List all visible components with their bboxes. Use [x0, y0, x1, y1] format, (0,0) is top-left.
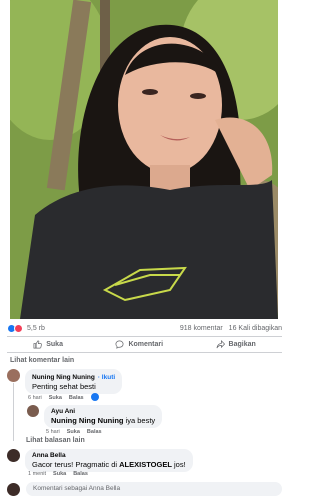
- view-other-replies-link[interactable]: Lihat balasan lain: [26, 437, 85, 444]
- comment-time[interactable]: 1 menit: [28, 471, 46, 477]
- comment-text-suffix: jos!: [171, 460, 186, 469]
- avatar[interactable]: [7, 449, 20, 462]
- comment-label: Komentari: [128, 341, 164, 348]
- comment-reply-link[interactable]: Balas: [73, 471, 88, 477]
- comment-input[interactable]: Komentari sebagai Anna Bella: [26, 482, 282, 496]
- share-arrow-icon: [216, 340, 225, 349]
- mention-link[interactable]: Nuning Ning Nuning: [51, 416, 123, 425]
- share-count[interactable]: 16 Kali dibagikan: [229, 325, 282, 332]
- comment-time[interactable]: 6 hari: [28, 395, 42, 401]
- comment-text-bold: ALEXISTOGEL: [119, 460, 172, 469]
- comment-button[interactable]: Komentari: [115, 340, 163, 349]
- follow-link[interactable]: · Ikuti: [98, 374, 115, 381]
- reply-thread-line: [13, 383, 14, 441]
- view-more-comments-link[interactable]: Lihat komentar lain: [10, 357, 74, 364]
- comment-bubble: Ayu Ani Nuning Ning Nuning iya besty: [44, 405, 163, 428]
- like-button[interactable]: Suka: [33, 340, 63, 349]
- thumbs-up-icon: [33, 340, 43, 349]
- commenter-name[interactable]: Nuning Ning Nuning: [32, 374, 95, 381]
- comment-like-link[interactable]: Suka: [67, 429, 80, 435]
- comment-like-link[interactable]: Suka: [53, 471, 66, 477]
- post-photo-container: [0, 0, 289, 319]
- comment-composer: Komentari sebagai Anna Bella: [7, 482, 282, 496]
- comment-bubble-icon: [115, 340, 124, 349]
- comment-reply-link[interactable]: Balas: [69, 395, 84, 401]
- reaction-count[interactable]: 5,5 rb: [27, 325, 45, 332]
- comment-count[interactable]: 918 komentar: [180, 325, 223, 332]
- comment-meta: 6 hari Suka Balas: [28, 395, 84, 401]
- comment-like-link[interactable]: Suka: [49, 395, 62, 401]
- love-reaction-icon: [14, 323, 23, 333]
- comment-time[interactable]: 5 hari: [46, 429, 60, 435]
- comment-bubble: Nuning Ning Nuning · Ikuti Penting sehat …: [25, 369, 123, 394]
- reply-meta: 5 hari Suka Balas: [46, 429, 102, 435]
- comment-text-prefix: Gacor terus! Pragmatic di: [32, 460, 120, 469]
- comment-item: Anna Bella Gacor terus! Pragmatic di ALE…: [7, 449, 193, 472]
- like-label: Suka: [46, 341, 63, 348]
- photo-illustration: [10, 0, 278, 319]
- comment-item: Nuning Ning Nuning · Ikuti Penting sehat …: [7, 369, 123, 394]
- reaction-summary[interactable]: 5,5 rb: [7, 323, 45, 333]
- comment-bubble: Anna Bella Gacor terus! Pragmatic di ALE…: [25, 449, 193, 472]
- commenter-name[interactable]: Ayu Ani: [51, 408, 155, 415]
- comment-like-reaction-icon: [91, 393, 99, 401]
- avatar[interactable]: [27, 405, 39, 417]
- post-action-bar: Suka Komentari Bagikan: [7, 336, 282, 353]
- comment-meta: 1 menit Suka Balas: [28, 471, 88, 477]
- avatar[interactable]: [7, 482, 20, 496]
- post-photo[interactable]: [10, 0, 278, 319]
- comment-reply-link[interactable]: Balas: [87, 429, 102, 435]
- share-label: Bagikan: [228, 341, 256, 348]
- share-button[interactable]: Bagikan: [216, 340, 256, 349]
- post-stats-bar: 5,5 rb 918 komentar 16 Kali dibagikan: [0, 321, 289, 335]
- reply-item: Ayu Ani Nuning Ning Nuning iya besty: [27, 405, 163, 428]
- avatar[interactable]: [7, 369, 20, 382]
- comment-text: iya besty: [123, 416, 156, 425]
- commenter-name[interactable]: Anna Bella: [32, 452, 186, 459]
- comment-text: Penting sehat besti: [32, 382, 96, 391]
